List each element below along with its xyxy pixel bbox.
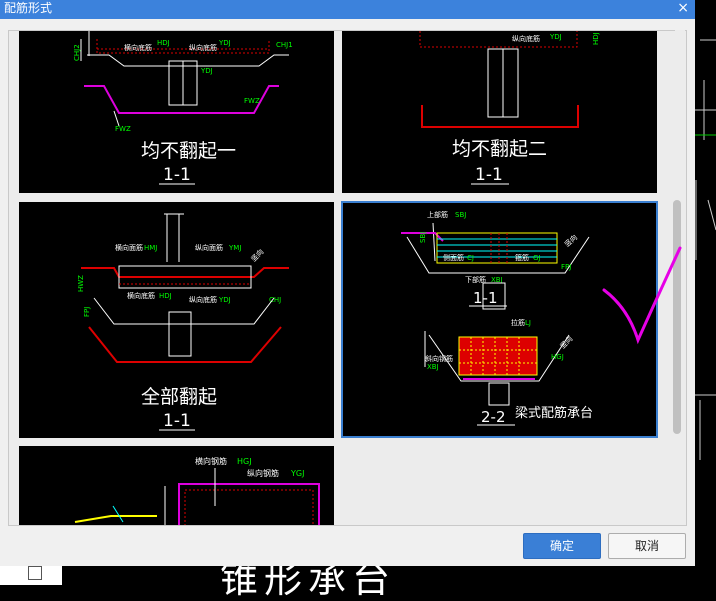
tile-caption: 均不翻起二 — [452, 138, 547, 160]
tile-label: 纵向面筋 — [195, 243, 223, 252]
svg-text:YDJ: YDJ — [218, 296, 231, 304]
tile-label: LJ — [525, 319, 531, 327]
tile-label: 纵向底筋 — [512, 34, 540, 43]
tile-label: 箍筋 — [515, 253, 529, 262]
tile-section: 1-1 — [473, 289, 498, 307]
tile-label: 拉筋 — [511, 318, 525, 327]
cancel-button[interactable]: 取消 — [608, 533, 686, 559]
svg-text:竖向: 竖向 — [563, 233, 580, 249]
dialog-title: 配筋形式 — [4, 1, 53, 15]
tile-label: 横向钢筋 — [195, 456, 227, 466]
rebar-option-gallery: 横向底筋 HDJ 纵向底筋 YDJ CHJ2 CHJ1 YDJ FWZ FWZ … — [8, 30, 687, 526]
tile-caption: 全部翻起 — [141, 386, 217, 408]
tile-label: 侧面筋 — [443, 253, 464, 262]
tile-label: 纵向底筋 — [189, 43, 217, 52]
tile-label: HGJ — [551, 353, 564, 361]
tile-label: FPJ — [561, 263, 571, 271]
option-tile-5[interactable]: 横向钢筋 HGJ 纵向钢筋 YGJ — [19, 446, 334, 525]
tile-label: 纵向钢筋 — [247, 468, 279, 478]
checkmark-annotation — [602, 246, 682, 345]
svg-text:FWZ: FWZ — [115, 125, 131, 133]
tile-label: XBJ — [427, 363, 439, 371]
tile-label: YGJ — [290, 469, 304, 478]
svg-text:YDJ: YDJ — [200, 67, 213, 75]
tile-drawing: 横向底筋 HDJ 纵向底筋 YDJ CHJ2 CHJ1 YDJ FWZ FWZ … — [73, 31, 293, 185]
svg-text:YMJ: YMJ — [228, 244, 241, 252]
tile-label: 横向底筋 — [127, 291, 155, 300]
close-icon[interactable]: × — [677, 0, 689, 16]
ok-button[interactable]: 确定 — [523, 533, 601, 559]
tile-label: GJ — [533, 254, 541, 262]
tile-label: 纵向底筋 — [189, 295, 217, 304]
svg-text:FWZ: FWZ — [244, 97, 260, 105]
tile-label: YDJ — [549, 33, 562, 41]
tile-label: HGJ — [237, 457, 252, 466]
tile-label: CJ — [467, 254, 474, 262]
option-tile-none-raised-1[interactable]: 横向底筋 HDJ 纵向底筋 YDJ CHJ2 CHJ1 YDJ FWZ FWZ … — [19, 31, 334, 193]
tile-name: 梁式配筋承台 — [515, 405, 593, 421]
svg-text:HDJ: HDJ — [157, 39, 170, 47]
tile-label: 斜向钢筋 — [425, 354, 453, 363]
tile-drawing: 横向面筋 HMJ 纵向面筋 YMJ 竖向 横向底筋 HDJ 纵向底筋 YDJ C… — [77, 213, 289, 431]
tile-drawing: 横向钢筋 HGJ 纵向钢筋 YGJ — [74, 456, 320, 525]
tile-section: 1-1 — [163, 411, 191, 431]
tile-label: 横向面筋 — [115, 243, 143, 252]
svg-text:HDJ: HDJ — [159, 292, 172, 300]
tile-section: 2-2 — [481, 408, 506, 426]
svg-text:HWZ: HWZ — [77, 275, 85, 292]
svg-text:CHJ1: CHJ1 — [276, 41, 293, 49]
side-checkbox[interactable] — [28, 566, 42, 580]
svg-text:竖向: 竖向 — [249, 247, 265, 263]
svg-text:YDJ: YDJ — [218, 39, 231, 47]
svg-text:CHJ2: CHJ2 — [73, 44, 81, 61]
svg-text:HDJ: HDJ — [592, 32, 600, 45]
svg-text:FPJ: FPJ — [83, 307, 91, 317]
tile-caption: 均不翻起一 — [141, 140, 236, 162]
dialog-titlebar[interactable]: 配筋形式 × — [0, 0, 695, 19]
tile-section: 1-1 — [163, 165, 191, 185]
svg-text:SBJ: SBJ — [419, 232, 427, 243]
tile-label: 横向底筋 — [124, 43, 152, 52]
option-tile-none-raised-2[interactable]: 纵向底筋 YDJ HDJ 均不翻起二 1-1 — [342, 31, 657, 193]
tile-section: 1-1 — [475, 165, 503, 185]
tile-drawing: 纵向底筋 YDJ HDJ 均不翻起二 1-1 — [419, 31, 600, 185]
option-tile-all-raised[interactable]: 横向面筋 HMJ 纵向面筋 YMJ 竖向 横向底筋 HDJ 纵向底筋 YDJ C… — [19, 202, 334, 438]
tile-label: SBJ — [455, 211, 466, 219]
rebar-form-dialog: 配筋形式 × 横向底筋 HDJ 纵向底筋 YDJ CHJ2 CHJ1 YDJ F… — [0, 0, 695, 566]
svg-text:HMJ: HMJ — [144, 244, 157, 252]
tile-label: 上部筋 — [427, 210, 448, 219]
